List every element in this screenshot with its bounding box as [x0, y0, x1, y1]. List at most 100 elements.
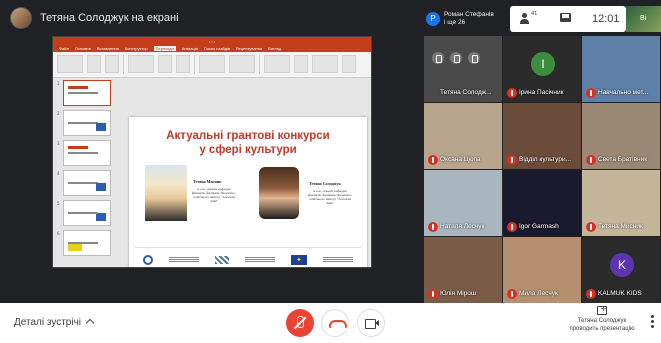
participant-name: KALMUK KIDS: [598, 290, 642, 297]
ribbon-tab[interactable]: Основне: [75, 46, 91, 51]
mic-off-icon: [586, 88, 596, 98]
self-view-tile[interactable]: Ві: [626, 6, 661, 32]
slide-thumbnail[interactable]: 1: [57, 80, 111, 106]
ribbon-tab[interactable]: Вигляд: [268, 46, 281, 51]
presenting-label: Тетяна Солоджук на екрані: [40, 12, 179, 24]
participant-tile[interactable]: Igor Garmash: [503, 170, 581, 236]
presenter-status[interactable]: Тетяна Солоджук проводить презентацію: [562, 304, 642, 333]
participant-pill-text: Роман Стефанів і ще 26: [444, 11, 494, 27]
mic-off-icon: [586, 155, 596, 165]
ribbon-tab[interactable]: Файл: [59, 46, 69, 51]
slide-title-line1: Актуальні грантові конкурси: [166, 130, 330, 142]
participant-tile[interactable]: Відділ культури...: [503, 103, 581, 169]
participant-pill-line1: Роман Стефанів: [444, 11, 494, 18]
avatar: І: [531, 52, 555, 76]
ribbon-separator: [194, 55, 195, 74]
meeting-details-button[interactable]: Деталі зустрічі: [14, 317, 95, 328]
remove-icon[interactable]: [468, 52, 480, 64]
mic-off-icon: [428, 289, 438, 299]
participant-name: Света Братівник: [598, 156, 648, 163]
participant-name: Навчально мет...: [598, 89, 649, 96]
logo-caption: [169, 256, 199, 263]
ribbon-tab[interactable]: Вставлення: [97, 46, 119, 51]
partner-logos: [135, 247, 361, 267]
mic-off-icon: [428, 222, 438, 232]
logo-caption: [323, 256, 353, 263]
ribbon-button: [105, 55, 119, 73]
mic-off-icon: [586, 222, 596, 232]
slide-thumbnails: 1 2 3 4 5 6: [55, 80, 113, 267]
clock: 12:01: [592, 13, 620, 25]
slide-title: Актуальні грантові конкурси у сфері куль…: [129, 129, 367, 157]
participant-name: Ірина Пасічник: [519, 89, 564, 96]
speaker-description: к.е.н., доцент кафедри фінансів, фахівец…: [307, 189, 353, 205]
slide-thumbnail[interactable]: 5: [57, 200, 111, 226]
participant-tile[interactable]: Мила Лесчук: [503, 237, 581, 303]
participant-tile[interactable]: Тетяна Солодж...: [424, 36, 502, 102]
powerpoint-titlebar: • • •: [53, 37, 371, 45]
mic-off-icon: [586, 289, 596, 299]
speaker-description: к.е.н., доцент кафедри фінансів, фахівец…: [191, 187, 237, 203]
participant-name: Тетяна Мисник: [598, 223, 643, 230]
chevron-up-icon: [85, 318, 95, 328]
ribbon-button: [176, 55, 190, 73]
presenter-line2: проводить презентацію: [569, 326, 635, 332]
center-logo-icon: [215, 255, 229, 264]
ribbon-tab[interactable]: Конструктор: [125, 46, 148, 51]
participant-tile[interactable]: І Ірина Пасічник: [503, 36, 581, 102]
ribbon-button: [229, 55, 255, 73]
participant-tile[interactable]: Навчально мет...: [582, 36, 660, 102]
mic-off-icon: [428, 155, 438, 165]
participant-grid: Тетяна Солодж... І Ірина Пасічник Навчально…: [424, 36, 661, 303]
slide-thumbnail[interactable]: 4: [57, 170, 111, 196]
mic-off-icon: [507, 222, 517, 232]
ribbon-button: [264, 55, 290, 73]
ribbon-tab[interactable]: Переходи: [153, 46, 176, 51]
self-view-label: Ві: [640, 15, 647, 22]
participant-tile[interactable]: Оксана Цюпа: [424, 103, 502, 169]
mic-off-icon: [507, 88, 517, 98]
avatar: [10, 7, 32, 29]
presenting-bar: Тетяна Солоджук на екрані: [0, 0, 420, 36]
ribbon-tab[interactable]: Показ слайдів: [204, 46, 230, 51]
participant-tile[interactable]: Тетяна Мисник: [582, 170, 660, 236]
participant-name: Тетяна Солодж...: [440, 89, 492, 96]
participant-tile[interactable]: K KALMUK KIDS: [582, 237, 660, 303]
participant-name: Мила Лесчук: [519, 290, 558, 297]
people-icon[interactable]: 41: [520, 11, 537, 26]
university-logo-icon: [143, 254, 153, 265]
participant-name: Наталя Лесчук: [440, 223, 485, 230]
pin-icon[interactable]: [432, 52, 444, 64]
shared-screen: • • • Файл Основне Вставлення Конструктор Пе…: [52, 36, 372, 268]
slide-thumbnail[interactable]: 2: [57, 110, 111, 136]
meeting-stage: Тетяна Солоджук на екрані • • • Файл Осно…: [0, 0, 661, 303]
microphone-toggle-button[interactable]: [286, 309, 314, 337]
slide-thumbnail[interactable]: 3: [57, 140, 111, 166]
leave-call-button[interactable]: [321, 309, 349, 337]
participant-pill-line2: і ще 26: [444, 19, 466, 26]
mic-off-icon: [507, 289, 517, 299]
slide-thumbnail[interactable]: 6: [57, 230, 111, 256]
participant-name: Юлія Мірош: [440, 290, 477, 297]
camera-toggle-button[interactable]: [357, 309, 385, 337]
participant-name: Igor Garmash: [519, 223, 559, 230]
ribbon-button: [199, 55, 225, 73]
ribbon-button: [158, 55, 172, 73]
avatar: Р: [426, 12, 440, 26]
more-options-icon[interactable]: [651, 315, 654, 329]
tile-controls: [432, 52, 480, 64]
avatar: K: [610, 253, 634, 277]
speaker-name: Тетяна Солоджук: [309, 181, 341, 186]
participant-tile[interactable]: Юлія Мірош: [424, 237, 502, 303]
chat-icon[interactable]: [558, 12, 574, 26]
ribbon-tab[interactable]: Анімація: [182, 46, 198, 51]
ribbon-tab[interactable]: Рецензування: [236, 46, 262, 51]
participant-pill[interactable]: Р Роман Стефанів і ще 26: [426, 6, 504, 32]
participant-tile[interactable]: Наталя Лесчук: [424, 170, 502, 236]
present-screen-icon: [597, 304, 607, 315]
powerpoint-title-dots: • • •: [208, 38, 216, 44]
participant-tile[interactable]: Света Братівник: [582, 103, 660, 169]
presenter-line1: Тетяна Солоджук: [577, 318, 627, 324]
logo-caption: [245, 256, 275, 263]
mute-icon[interactable]: [450, 52, 462, 64]
